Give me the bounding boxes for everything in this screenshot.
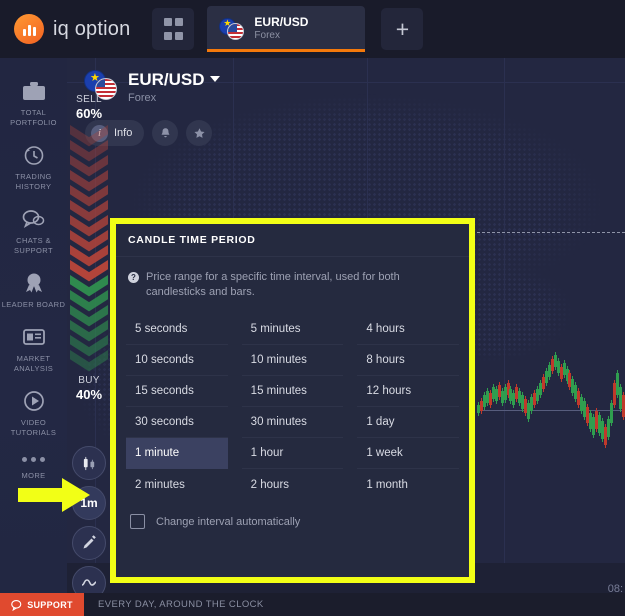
change-interval-checkbox[interactable] [130, 514, 145, 529]
option-1-minute[interactable]: 1 minute [126, 438, 228, 469]
candle-time-period-dialog: CANDLE TIME PERIOD ? Price range for a s… [116, 224, 469, 577]
sidebar-label: LEADER BOARD [1, 300, 66, 309]
buy-label: BUY [78, 375, 100, 386]
info-label: Info [114, 127, 133, 139]
option-30-minutes[interactable]: 30 minutes [241, 407, 344, 438]
option-1-day[interactable]: 1 day [357, 407, 460, 438]
brand-name: iq option [53, 17, 131, 40]
change-interval-row[interactable]: Change interval automatically [116, 500, 469, 529]
support-note: EVERY DAY, AROUND THE CLOCK [98, 599, 264, 610]
dialog-description: ? Price range for a specific time interv… [116, 257, 469, 308]
option-2-minutes[interactable]: 2 minutes [126, 469, 228, 500]
price-dashed-line [447, 232, 625, 233]
tab-eur-usd[interactable]: EUR/USD Forex [207, 6, 366, 52]
chevron-down-icon[interactable] [209, 76, 220, 82]
left-sidebar: TOTAL PORTFOLIO TRADING HISTORY CHATS & … [0, 58, 67, 593]
buy-percent: 40% [75, 387, 103, 402]
time-period-column-3: 4 hours 8 hours 12 hours 1 day 1 week 1 … [357, 314, 460, 500]
draw-tool[interactable] [72, 526, 106, 560]
eur-usd-flag-icon [219, 18, 245, 40]
bell-icon[interactable] [152, 120, 179, 146]
sidebar-item-trading-history[interactable]: TRADING HISTORY [0, 132, 67, 196]
support-bar: SUPPORT EVERY DAY, AROUND THE CLOCK [0, 593, 625, 616]
iq-option-trading-app: iq option EUR/USD Forex + TOTAL PORTFOLI… [0, 0, 625, 616]
sell-percent: 60% [75, 106, 103, 121]
chat-bubble-icon [0, 205, 67, 233]
gridline [504, 58, 505, 593]
sidebar-label: TRADING HISTORY [15, 172, 52, 191]
candle-type-tool[interactable] [72, 446, 106, 480]
dialog-title: CANDLE TIME PERIOD [128, 234, 256, 246]
option-2-hours[interactable]: 2 hours [242, 469, 344, 500]
option-10-minutes[interactable]: 10 minutes [241, 345, 344, 376]
option-8-hours[interactable]: 8 hours [357, 345, 460, 376]
page-title[interactable]: EUR/USD [128, 70, 220, 90]
support-button[interactable]: SUPPORT [0, 593, 84, 616]
axis-time-label: 08: [607, 583, 623, 593]
play-circle-icon [0, 387, 67, 415]
ellipsis-icon [0, 457, 67, 462]
option-1-hour[interactable]: 1 hour [241, 438, 344, 469]
time-period-grid: 5 seconds 10 seconds 15 seconds 30 secon… [116, 308, 469, 500]
symbol-text: EUR/USD [128, 70, 205, 89]
dialog-description-text: Price range for a specific time interval… [146, 271, 400, 298]
sidebar-item-video-tutorials[interactable]: VIDEO TUTORIALS [0, 378, 67, 442]
option-5-minutes[interactable]: 5 minutes [241, 314, 344, 345]
sell-label: SELL [76, 94, 102, 105]
option-15-seconds[interactable]: 15 seconds [126, 376, 228, 407]
brand-logo[interactable]: iq option [14, 14, 130, 44]
question-icon: ? [128, 272, 139, 283]
sidebar-item-leader-board[interactable]: LEADER BOARD [0, 260, 67, 314]
logo-bars-icon [14, 14, 44, 44]
option-5-seconds[interactable]: 5 seconds [126, 314, 228, 345]
grid-icon[interactable] [152, 8, 195, 50]
support-label: SUPPORT [27, 599, 73, 610]
pointer-arrow [18, 478, 90, 512]
time-period-column-2: 5 minutes 10 minutes 15 minutes 30 minut… [241, 314, 344, 500]
option-1-week[interactable]: 1 week [357, 438, 460, 469]
option-4-hours[interactable]: 4 hours [357, 314, 460, 345]
sidebar-label: MARKET ANALYSIS [13, 354, 54, 373]
medal-icon [0, 269, 67, 297]
option-1-month[interactable]: 1 month [357, 469, 459, 500]
tab-title: EUR/USD [254, 15, 309, 30]
sidebar-item-total-portfolio[interactable]: TOTAL PORTFOLIO [0, 68, 67, 132]
candle [609, 400, 613, 426]
option-12-hours[interactable]: 12 hours [357, 376, 460, 407]
sidebar-item-market-analysis[interactable]: MARKET ANALYSIS [0, 314, 67, 378]
candlestick-series [477, 343, 625, 473]
dialog-header: CANDLE TIME PERIOD [116, 224, 469, 257]
sidebar-label: VIDEO TUTORIALS [10, 418, 57, 437]
option-10-seconds[interactable]: 10 seconds [126, 345, 228, 376]
briefcase-icon [0, 77, 67, 105]
candle [621, 392, 625, 420]
chart-tools: 1m [72, 446, 106, 600]
sidebar-label: TOTAL PORTFOLIO [10, 108, 57, 127]
tab-subtitle: Forex [254, 30, 280, 42]
news-icon [0, 323, 67, 351]
option-15-minutes[interactable]: 15 minutes [241, 376, 344, 407]
sidebar-label: CHATS & SUPPORT [14, 236, 53, 255]
star-icon[interactable] [186, 120, 213, 146]
add-tab-button[interactable]: + [381, 8, 424, 50]
option-30-seconds[interactable]: 30 seconds [126, 407, 228, 438]
sentiment-arrows [67, 125, 111, 375]
support-chat-icon [11, 599, 22, 611]
sidebar-item-chats-support[interactable]: CHATS & SUPPORT [0, 196, 67, 260]
top-bar: iq option EUR/USD Forex + [0, 0, 625, 58]
time-period-column-1: 5 seconds 10 seconds 15 seconds 30 secon… [126, 314, 228, 500]
market-type-label: Forex [128, 92, 157, 104]
clock-history-icon [0, 141, 67, 169]
change-interval-label: Change interval automatically [156, 515, 301, 528]
